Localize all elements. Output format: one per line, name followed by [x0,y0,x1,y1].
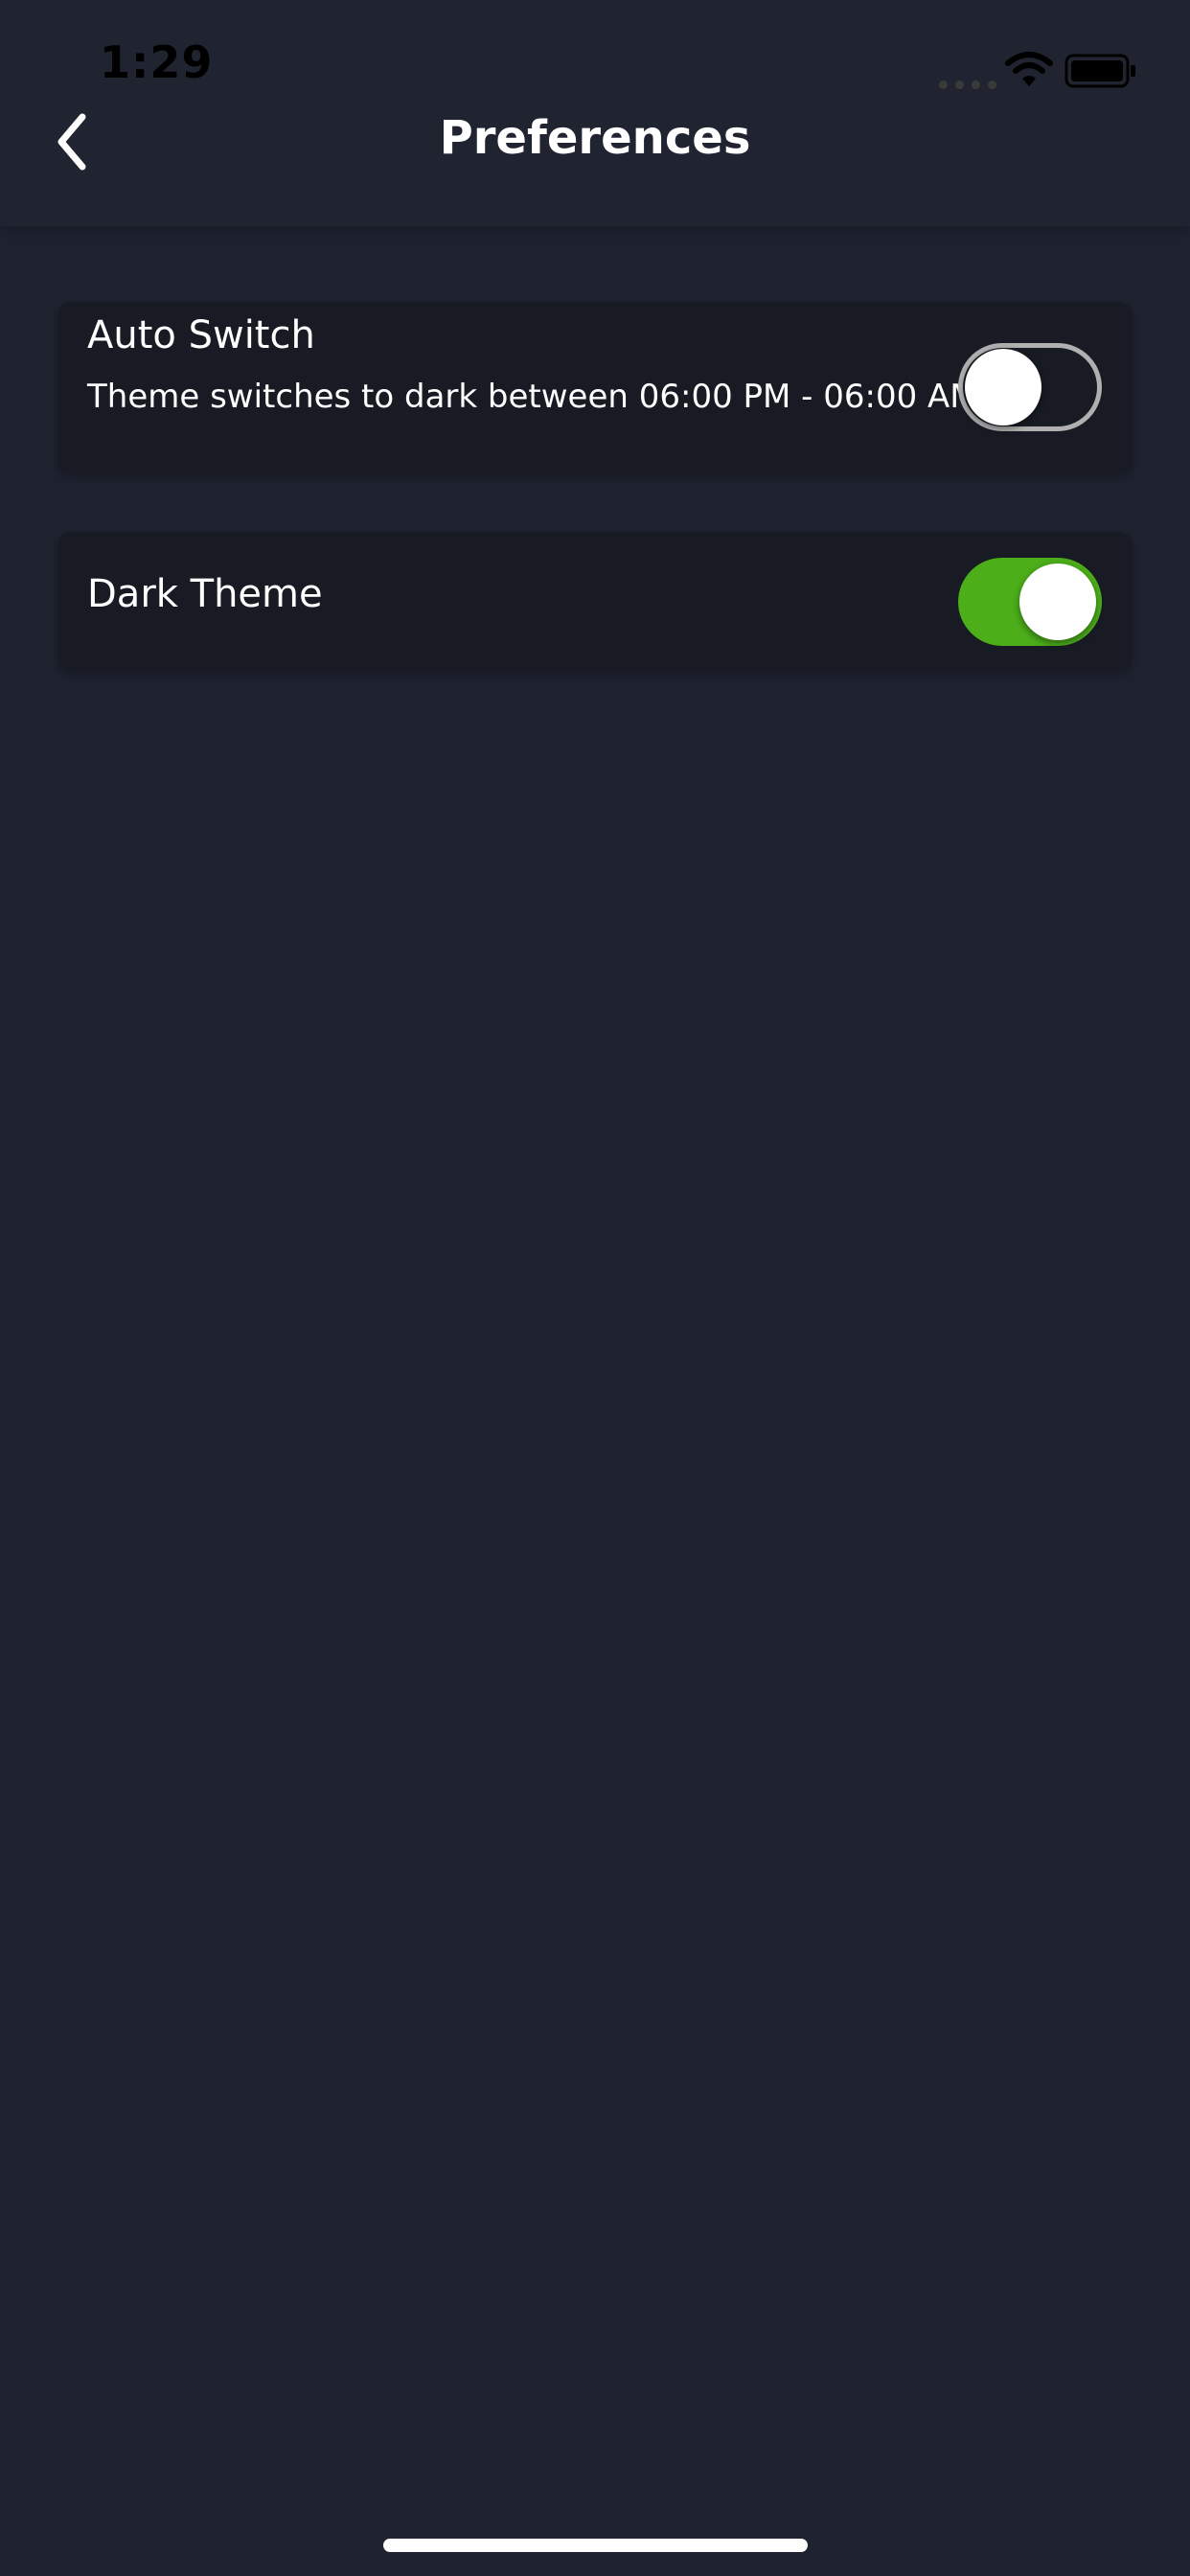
cellular-signal-icon [939,80,996,89]
dark-theme-setting: Dark Theme [57,532,1133,672]
auto-switch-description: Theme switches to dark between 06:00 PM … [87,378,978,416]
status-bar-time: 1:29 [100,36,214,88]
toggle-knob [965,349,1041,426]
home-indicator[interactable] [383,2539,808,2552]
dark-theme-label: Dark Theme [87,572,323,616]
battery-icon [1064,54,1135,88]
auto-switch-toggle[interactable] [958,343,1102,431]
page-title: Preferences [439,111,751,165]
auto-switch-label: Auto Switch [87,313,315,357]
wifi-icon [1005,52,1053,86]
navigation-header: 1:29 Preferences [0,0,1190,226]
dark-theme-toggle[interactable] [958,558,1102,646]
toggle-knob [1019,564,1096,640]
auto-switch-setting: Auto Switch Theme switches to dark betwe… [57,302,1133,474]
